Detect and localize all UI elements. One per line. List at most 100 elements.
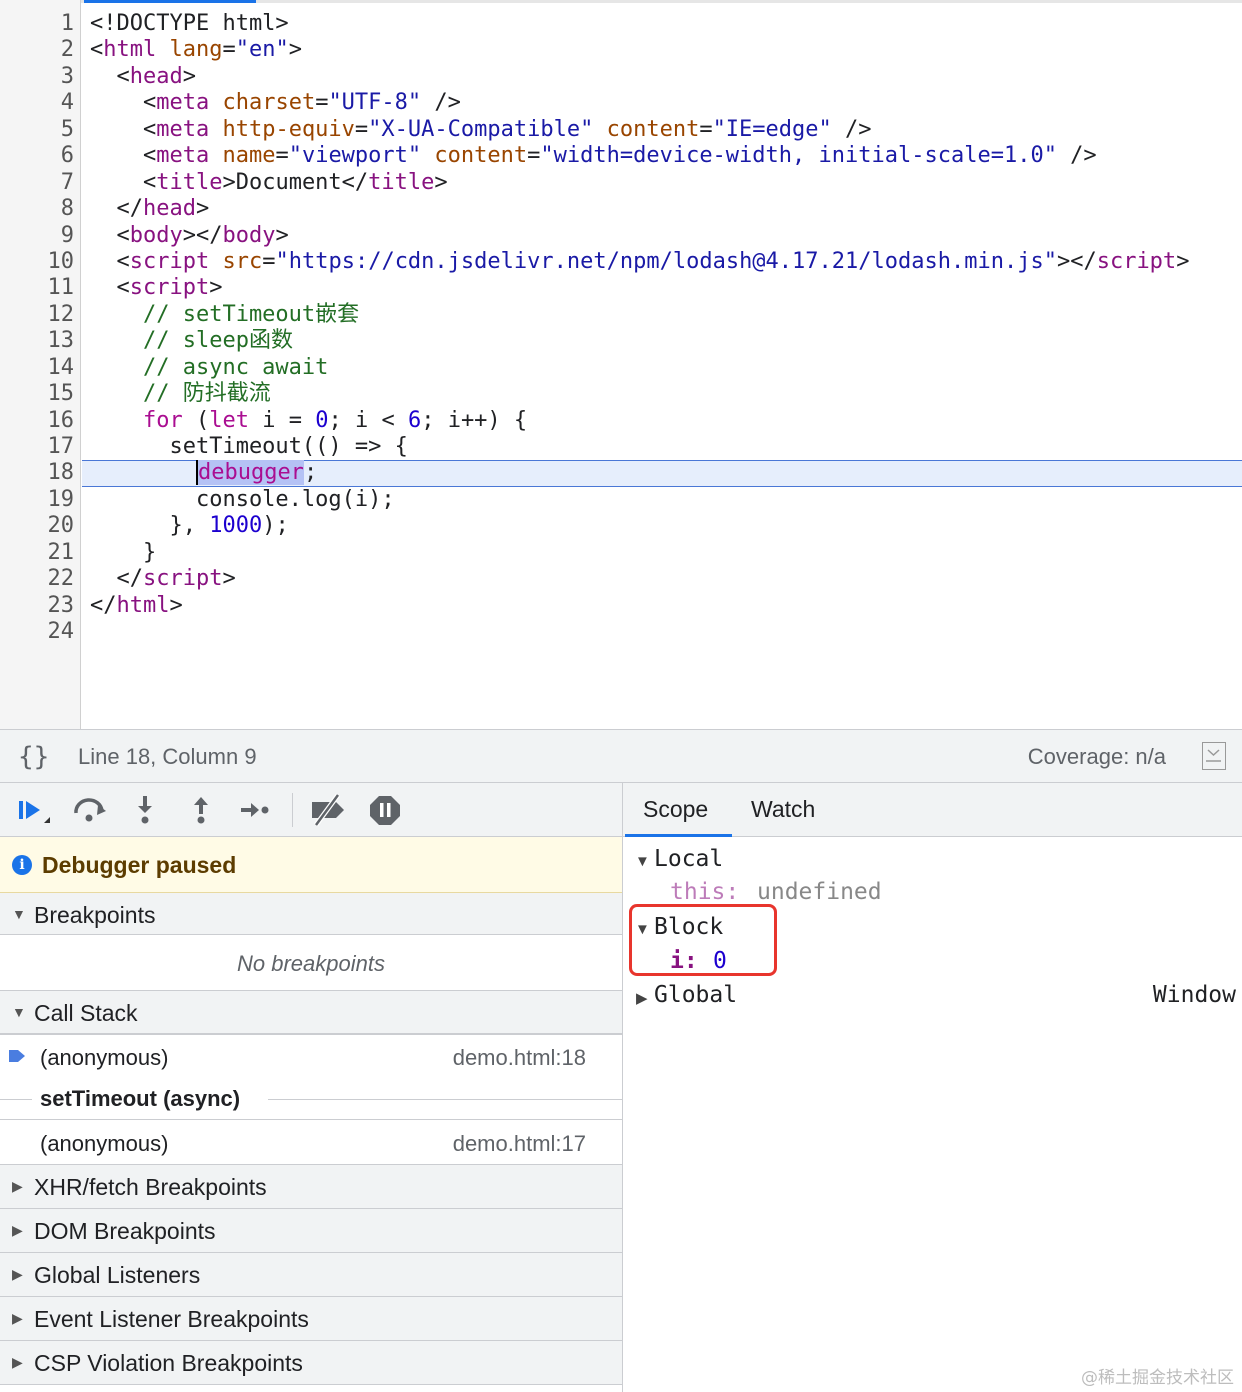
- scope-global-label[interactable]: Global: [654, 982, 737, 1008]
- line-number[interactable]: 1: [0, 11, 74, 37]
- info-icon: i: [12, 855, 32, 875]
- line-gutter[interactable]: 1 2 3 4 5 6 7 8 9 10 11 12 13 14 15 16 17 18 19 20 21 22 23 24: [0, 0, 81, 729]
- collapsed-triangle-icon: ▶: [12, 1266, 23, 1282]
- code-line-13: // sleep函数: [90, 328, 293, 354]
- line-number[interactable]: 20: [0, 513, 75, 539]
- code-line-20: }, 1000);: [90, 513, 289, 539]
- expanded-triangle-icon[interactable]: ▼: [635, 853, 650, 870]
- call-frame-current[interactable]: (anonymous) demo.html:18: [0, 1036, 622, 1078]
- line-number[interactable]: 10: [0, 249, 75, 275]
- line-number[interactable]: 3: [0, 64, 74, 90]
- line-number[interactable]: 4: [0, 90, 74, 116]
- frame-function: (anonymous): [40, 1131, 169, 1156]
- code-line-3: <head>: [90, 63, 196, 89]
- code-line-6: <meta name="viewport" content="width=dev…: [90, 143, 1097, 169]
- step-out-icon[interactable]: [184, 793, 220, 827]
- line-number[interactable]: 12: [0, 302, 75, 328]
- line-number[interactable]: 2: [0, 37, 74, 63]
- section-call-stack[interactable]: ▼ Call Stack: [0, 991, 622, 1035]
- debugger-paused-banner: i Debugger paused: [0, 837, 622, 893]
- tab-scope[interactable]: Scope: [643, 796, 708, 823]
- line-number[interactable]: 15: [0, 381, 75, 407]
- collapsed-triangle-icon: ▶: [12, 1354, 23, 1370]
- frame-location[interactable]: demo.html:18: [453, 1045, 586, 1071]
- collapsed-triangle-icon: ▶: [12, 1178, 23, 1194]
- pretty-print-icon[interactable]: {}: [18, 742, 49, 772]
- deactivate-breakpoints-icon[interactable]: [308, 793, 350, 827]
- section-title: Call Stack: [34, 1000, 138, 1026]
- scope-watch-panel: Scope Watch ▼ Local this: undefined ▼ Bl…: [623, 783, 1242, 1392]
- collapsed-triangle-icon[interactable]: ▶: [636, 989, 648, 1007]
- scope-block-label[interactable]: Block: [654, 914, 723, 940]
- tab-watch[interactable]: Watch: [751, 796, 815, 823]
- pause-on-exceptions-icon[interactable]: [368, 793, 404, 827]
- section-title: DOM Breakpoints: [34, 1218, 216, 1244]
- paused-message: Debugger paused: [42, 852, 237, 878]
- editor-status-bar: {} Line 18, Column 9 Coverage: n/a: [0, 729, 1242, 783]
- collapsed-triangle-icon: ▶: [12, 1310, 23, 1326]
- active-tab-indicator: [625, 834, 732, 837]
- scope-block-var-value[interactable]: 0: [713, 948, 727, 974]
- cursor-position: Line 18, Column 9: [78, 744, 257, 769]
- no-breakpoints-text: No breakpoints: [237, 951, 385, 976]
- line-number[interactable]: 24: [0, 619, 75, 645]
- section-global-listeners[interactable]: ▶ Global Listeners: [0, 1253, 622, 1297]
- section-csp-violation-breakpoints[interactable]: ▶ CSP Violation Breakpoints: [0, 1341, 622, 1385]
- frame-location[interactable]: demo.html:17: [453, 1131, 586, 1157]
- line-number[interactable]: 13: [0, 328, 75, 354]
- collapsed-triangle-icon: ▶: [12, 1222, 23, 1238]
- watermark: @稀土掘金技术社区: [1081, 1368, 1234, 1388]
- source-editor[interactable]: 1 2 3 4 5 6 7 8 9 10 11 12 13 14 15 16 17 18 19 20 21 22 23 24 …: [0, 0, 1242, 729]
- async-separator: [268, 1099, 622, 1100]
- toolbar-divider: [292, 793, 293, 827]
- section-title: Breakpoints: [34, 902, 156, 928]
- section-xhr-breakpoints[interactable]: ▶ XHR/fetch Breakpoints: [0, 1165, 622, 1209]
- section-title: CSP Violation Breakpoints: [34, 1350, 303, 1376]
- coverage-toggle-icon[interactable]: [1202, 742, 1226, 770]
- scope-global-value: Window: [1152, 982, 1236, 1008]
- async-label: setTimeout (async): [40, 1086, 241, 1111]
- step-over-icon[interactable]: [72, 793, 108, 827]
- line-number[interactable]: 17: [0, 434, 75, 460]
- call-frame[interactable]: (anonymous) demo.html:17: [0, 1122, 622, 1165]
- line-number[interactable]: 9: [0, 223, 74, 249]
- code-line-2: <html lang="en">: [90, 37, 302, 63]
- code-line-16: for (let i = 0; i < 6; i++) {: [142, 407, 528, 433]
- line-number[interactable]: 19: [0, 487, 75, 513]
- section-dom-breakpoints[interactable]: ▶ DOM Breakpoints: [0, 1209, 622, 1253]
- line-number[interactable]: 16: [0, 408, 75, 434]
- scope-tabs: Scope Watch: [623, 783, 1242, 837]
- line-number[interactable]: 14: [0, 355, 75, 381]
- code-line-17: setTimeout(() => {: [90, 434, 408, 459]
- line-number[interactable]: 18: [0, 460, 75, 486]
- expanded-triangle-icon: ▼: [12, 906, 26, 922]
- code-line-12: // setTimeout嵌套: [90, 301, 360, 327]
- debugger-sidebar: i Debugger paused ▼ Breakpoints No break…: [0, 783, 623, 1392]
- code-line-11: <script>: [90, 275, 223, 301]
- code-lines[interactable]: <!DOCTYPE html> <html lang="en"> <head> …: [90, 11, 1242, 646]
- coverage-status[interactable]: Coverage: n/a: [1028, 744, 1166, 770]
- step-icon[interactable]: [238, 793, 274, 827]
- resume-icon[interactable]: [16, 793, 52, 827]
- step-into-icon[interactable]: [128, 793, 164, 827]
- code-line-9: <body></body>: [90, 222, 289, 248]
- line-number[interactable]: 11: [0, 275, 75, 301]
- code-line-19: console.log(i);: [90, 486, 395, 512]
- line-number[interactable]: 21: [0, 540, 75, 566]
- line-number[interactable]: 7: [0, 170, 74, 196]
- line-number[interactable]: 22: [0, 566, 75, 592]
- breakpoints-empty: No breakpoints: [0, 936, 622, 991]
- section-breakpoints[interactable]: ▼ Breakpoints: [0, 893, 622, 935]
- section-event-listener-breakpoints[interactable]: ▶ Event Listener Breakpoints: [0, 1297, 622, 1341]
- scope-local-label[interactable]: Local: [654, 846, 723, 872]
- code-line-23: </html>: [90, 592, 183, 618]
- expanded-triangle-icon[interactable]: ▼: [635, 921, 650, 938]
- line-number[interactable]: 6: [0, 143, 74, 169]
- line-number[interactable]: 23: [0, 593, 75, 619]
- line-numbers[interactable]: 1 2 3 4 5 6 7 8 9 10 11 12 13 14 15 16 17 18 19 20 21 22 23 24: [0, 11, 75, 646]
- code-line-1: <!DOCTYPE html>: [90, 11, 289, 36]
- async-boundary: setTimeout (async): [0, 1078, 622, 1120]
- line-number[interactable]: 5: [0, 117, 74, 143]
- line-number[interactable]: 8: [0, 196, 74, 222]
